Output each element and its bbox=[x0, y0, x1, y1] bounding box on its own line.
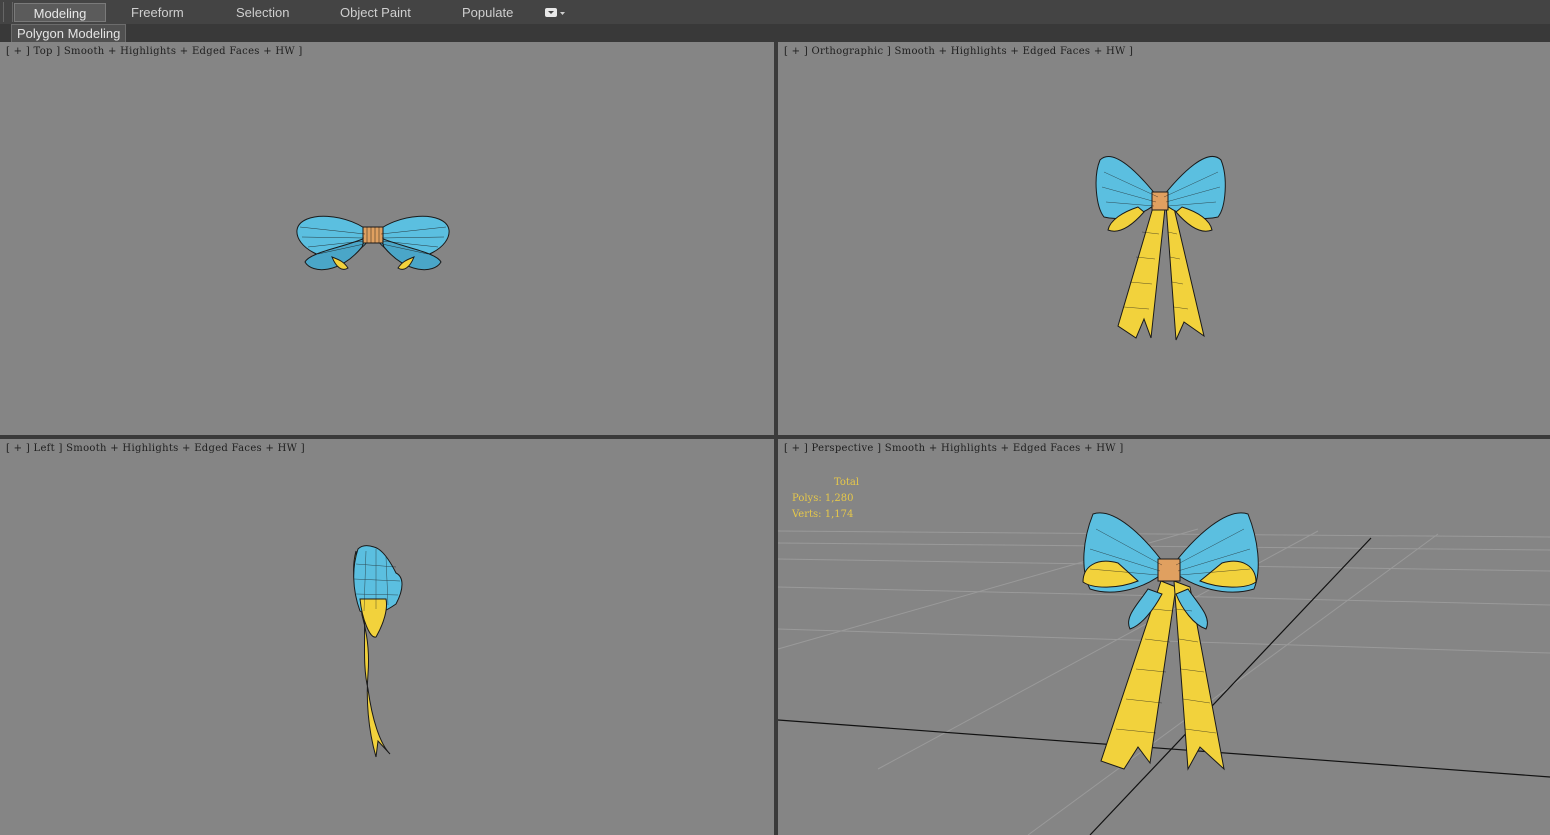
viewport-orthographic[interactable]: [ + ] Orthographic ] Smooth + Highlights… bbox=[778, 42, 1550, 435]
command-ribbon: Modeling Freeform Selection Object Paint… bbox=[0, 0, 1550, 43]
viewport-label-orthographic[interactable]: [ + ] Orthographic ] Smooth + Highlights… bbox=[784, 46, 1133, 57]
viewport-perspective[interactable]: [ + ] Perspective ] Smooth + Highlights … bbox=[778, 439, 1550, 835]
scene-statistics: Total Polys: 1,280 Verts: 1,174 bbox=[792, 475, 859, 523]
viewport-left[interactable]: [ + ] Left ] Smooth + Highlights + Edged… bbox=[0, 439, 774, 835]
tab-object-paint[interactable]: Object Paint bbox=[340, 3, 411, 22]
polygon-modeling-button[interactable]: Polygon Modeling bbox=[11, 24, 127, 43]
options-dropdown-icon[interactable] bbox=[544, 6, 566, 18]
viewport-label-left[interactable]: [ + ] Left ] Smooth + Highlights + Edged… bbox=[6, 443, 305, 454]
tab-freeform[interactable]: Freeform bbox=[131, 3, 184, 22]
ribbon-tab-bar: Modeling Freeform Selection Object Paint… bbox=[0, 0, 1550, 25]
tab-modeling[interactable]: Modeling bbox=[14, 3, 106, 22]
viewport-top[interactable]: [ + ] Top ] Smooth + Highlights + Edged … bbox=[0, 42, 774, 435]
viewport-label-perspective[interactable]: [ + ] Perspective ] Smooth + Highlights … bbox=[784, 443, 1124, 454]
bow-perspective-view bbox=[778, 512, 1550, 835]
ribbon-grip-handle[interactable] bbox=[3, 2, 13, 22]
ribbon-panel-bar bbox=[0, 24, 1550, 42]
stats-total-label: Total bbox=[834, 477, 860, 488]
tab-populate[interactable]: Populate bbox=[462, 3, 513, 22]
bow-side-view bbox=[353, 545, 403, 758]
viewport-horizontal-splitter[interactable] bbox=[0, 435, 1550, 439]
viewport-label-top[interactable]: [ + ] Top ] Smooth + Highlights + Edged … bbox=[6, 46, 303, 57]
stats-verts: Verts: 1,174 bbox=[792, 509, 854, 520]
stats-polys: Polys: 1,280 bbox=[792, 493, 854, 504]
bow-front-view bbox=[1095, 155, 1226, 341]
tab-selection[interactable]: Selection bbox=[236, 3, 289, 22]
bow-top-view bbox=[296, 215, 450, 271]
